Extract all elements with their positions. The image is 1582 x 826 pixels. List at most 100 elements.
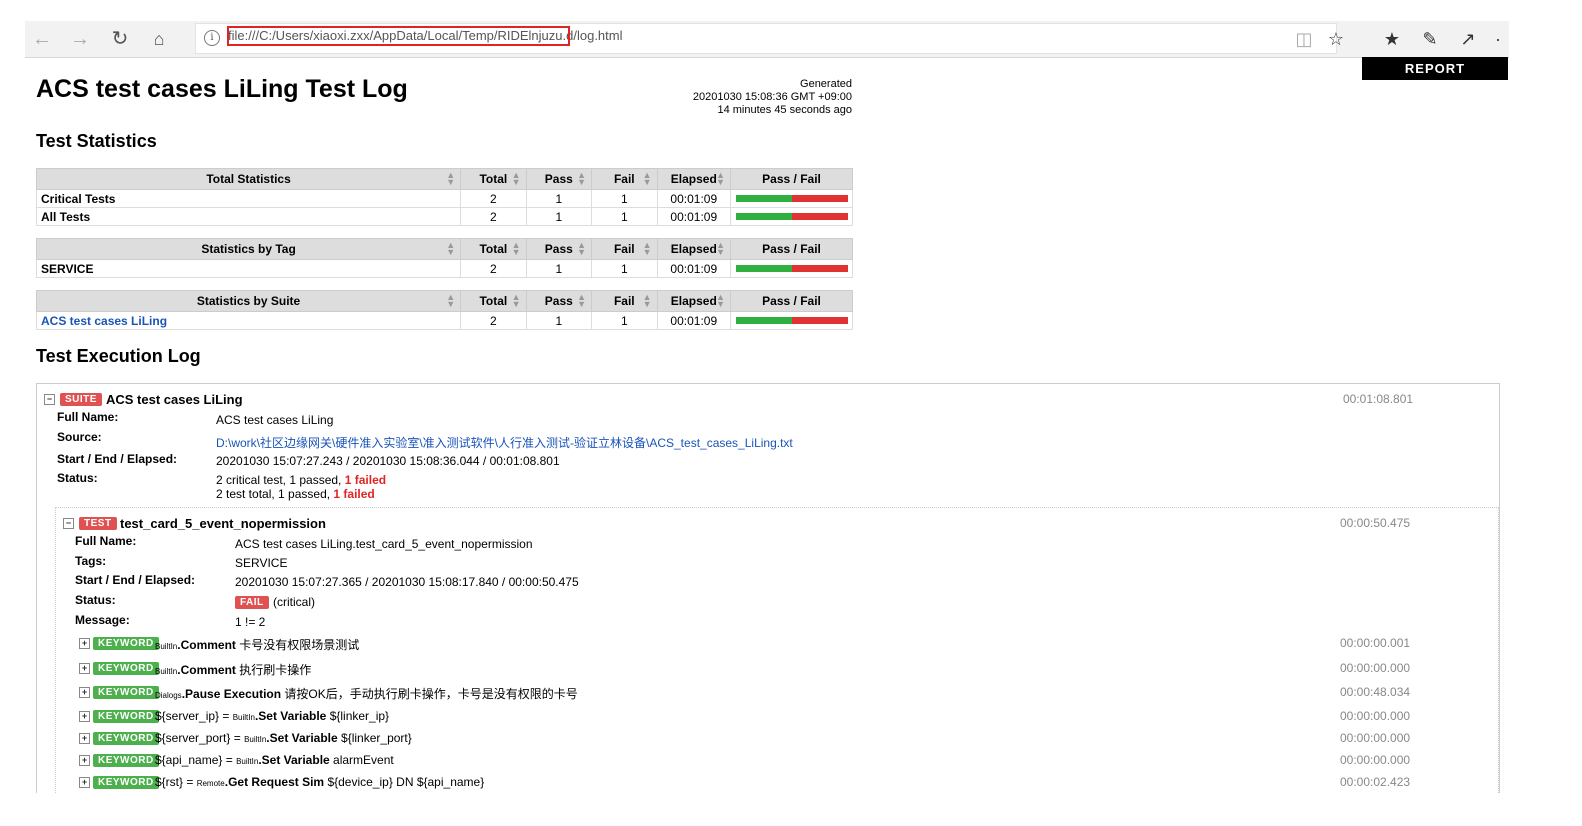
expand-keyword-icon[interactable]: + [79, 777, 90, 788]
address-bar[interactable]: i file:///C:/Users/xiaoxi.zxx/AppData/Lo… [195, 23, 1337, 54]
keyword-assign: ${api_name} = [155, 753, 237, 767]
suite-link[interactable]: ACS test cases LiLing [41, 314, 167, 328]
stat-elapsed: 00:01:09 [656, 259, 732, 278]
keyword-row[interactable]: Dialogs.Pause Execution 请按OK后，手动执行刷卡操作，卡… [155, 685, 578, 702]
stat-pass-fail-bar [730, 311, 853, 330]
col-pass[interactable]: Pass ▲ ▼ [525, 290, 593, 312]
keyword-assign: ${server_port} = [155, 731, 245, 745]
keyword-args: 执行刷卡操作 [239, 663, 312, 677]
total-statistics-header[interactable]: Total Statistics ▲ ▼ [35, 168, 462, 190]
table-row[interactable]: SERVICE 2 1 1 00:01:09 [35, 259, 853, 278]
test-name[interactable]: test_card_5_event_nopermission [120, 516, 326, 531]
keyword-args: 卡号没有权限场景测试 [239, 638, 360, 652]
keyword-args: ${linker_port} [341, 731, 412, 745]
pen-icon[interactable]: ✎ [1417, 26, 1443, 52]
keyword-row[interactable]: ${server_port} = BuiltIn.Set Variable ${… [155, 731, 412, 745]
test-full-name: ACS test cases LiLing.test_card_5_event_… [235, 537, 533, 551]
share-icon[interactable]: ↗ [1455, 26, 1481, 52]
stat-pass: 1 [525, 259, 593, 278]
keyword-label: KEYWORD [93, 686, 159, 699]
keyword-library: Remote [196, 779, 225, 788]
keyword-name: Set Variable [261, 753, 330, 767]
home-icon[interactable]: ⌂ [146, 26, 172, 52]
keyword-assign: ${server_ip} = [155, 709, 233, 723]
expand-keyword-icon[interactable]: + [79, 733, 90, 744]
keyword-library: BuiltIn [244, 735, 267, 744]
keyword-name: Comment [180, 663, 236, 677]
expand-keyword-icon[interactable]: + [79, 638, 90, 649]
report-button[interactable]: REPORT [1362, 57, 1508, 80]
suite-start-key: Start / End / Elapsed: [57, 452, 178, 466]
tag-statistics-table: Statistics by Tag ▲ ▼ Total ▲ ▼ Pass ▲ ▼ Fail ▲… [35, 238, 853, 278]
col-pass[interactable]: Pass ▲ ▼ [525, 238, 593, 260]
browser-toolbar: ← → ↻ ⌂ i file:///C:/Users/xiaoxi.zxx/Ap… [25, 21, 1509, 58]
stat-name: All Tests [35, 207, 462, 226]
keyword-assign: ${rst} = [155, 775, 197, 789]
forward-arrow-icon[interactable]: → [67, 26, 93, 52]
table-row[interactable]: ACS test cases LiLing 2 1 1 00:01:09 [35, 311, 853, 330]
info-icon[interactable]: i [204, 30, 220, 46]
suite-full-name-key: Full Name: [57, 410, 119, 424]
more-icon[interactable]: · [1491, 26, 1505, 52]
suite-name[interactable]: ACS test cases LiLing [106, 392, 243, 407]
keyword-row[interactable]: ${rst} = Remote.Get Request Sim ${device… [155, 775, 484, 789]
keyword-elapsed: 00:00:00.001 [1340, 636, 1411, 650]
stat-total: 2 [460, 207, 527, 226]
keyword-label: KEYWORD [93, 637, 159, 650]
expand-keyword-icon[interactable]: + [79, 663, 90, 674]
keyword-args: ${device_ip} DN ${api_name} [327, 775, 485, 789]
reading-view-icon[interactable]: ◫ [1291, 26, 1317, 52]
generated-label: Generated [800, 78, 852, 90]
keyword-row[interactable]: ${server_ip} = BuiltIn.Set Variable ${li… [155, 709, 389, 723]
keyword-label: KEYWORD [93, 732, 159, 745]
tag-statistics-header[interactable]: Statistics by Tag ▲ ▼ [35, 238, 462, 260]
stat-pass: 1 [525, 189, 593, 208]
stat-pass-fail-bar [730, 259, 853, 278]
col-fail[interactable]: Fail ▲ ▼ [591, 238, 658, 260]
col-elapsed[interactable]: Elapsed ▲ ▼ [656, 238, 732, 260]
stat-fail: 1 [591, 259, 658, 278]
expand-keyword-icon[interactable]: + [79, 755, 90, 766]
suite-statistics-header[interactable]: Statistics by Suite ▲ ▼ [35, 290, 462, 312]
test-full-name-key: Full Name: [75, 534, 137, 548]
stat-fail: 1 [591, 189, 658, 208]
refresh-icon[interactable]: ↻ [107, 26, 133, 52]
collapse-suite-icon[interactable]: − [44, 394, 55, 405]
collapse-test-icon[interactable]: − [63, 518, 74, 529]
col-fail[interactable]: Fail ▲ ▼ [591, 290, 658, 312]
col-fail[interactable]: Fail ▲ ▼ [591, 168, 658, 190]
expand-keyword-icon[interactable]: + [79, 687, 90, 698]
col-elapsed[interactable]: Elapsed ▲ ▼ [656, 290, 732, 312]
test-statistics-heading: Test Statistics [36, 131, 157, 151]
col-total[interactable]: Total ▲ ▼ [460, 238, 527, 260]
back-arrow-icon[interactable]: ← [29, 26, 55, 52]
favorite-star-icon[interactable]: ☆ [1323, 26, 1349, 52]
keyword-row[interactable]: BuiltIn.Comment 执行刷卡操作 [155, 661, 311, 678]
expand-keyword-icon[interactable]: + [79, 711, 90, 722]
stat-elapsed: 00:01:09 [656, 207, 732, 226]
keyword-library: BuiltIn [232, 713, 255, 722]
col-total[interactable]: Total ▲ ▼ [460, 168, 527, 190]
keyword-name: Get Request Sim [228, 775, 325, 789]
generated-datetime: 20201030 15:08:36 GMT +09:00 [692, 91, 852, 103]
col-total[interactable]: Total ▲ ▼ [460, 290, 527, 312]
generated-info: Generated 20201030 15:08:36 GMT +09:00 1… [620, 78, 852, 117]
col-pass-fail: Pass / Fail [730, 168, 853, 190]
col-pass[interactable]: Pass ▲ ▼ [525, 168, 593, 190]
keyword-elapsed: 00:00:02.423 [1340, 775, 1411, 789]
favorites-list-icon[interactable]: ★ [1379, 26, 1405, 52]
suite-status: 2 critical test, 1 passed, 1 failed 2 te… [216, 473, 386, 501]
suite-source-link[interactable]: D:\work\社区边缘网关\硬件准入实验室\准入测试软件\人行准入测试-验证立… [216, 434, 793, 451]
stat-fail: 1 [591, 207, 658, 226]
keyword-elapsed: 00:00:00.000 [1340, 731, 1411, 745]
stat-name[interactable]: ACS test cases LiLing [35, 311, 462, 330]
keyword-library: BuiltIn [155, 642, 178, 651]
keyword-row[interactable]: BuiltIn.Comment 卡号没有权限场景测试 [155, 636, 359, 653]
keyword-name: Set Variable [269, 731, 338, 745]
col-elapsed[interactable]: Elapsed ▲ ▼ [656, 168, 732, 190]
test-tags-key: Tags: [75, 554, 107, 568]
keyword-row[interactable]: ${api_name} = BuiltIn.Set Variable alarm… [155, 753, 394, 767]
table-row[interactable]: Critical Tests 2 1 1 00:01:09 [35, 189, 853, 208]
table-row[interactable]: All Tests 2 1 1 00:01:09 [35, 207, 853, 226]
suite-status-line1: 2 critical test, 1 passed, [216, 473, 345, 487]
